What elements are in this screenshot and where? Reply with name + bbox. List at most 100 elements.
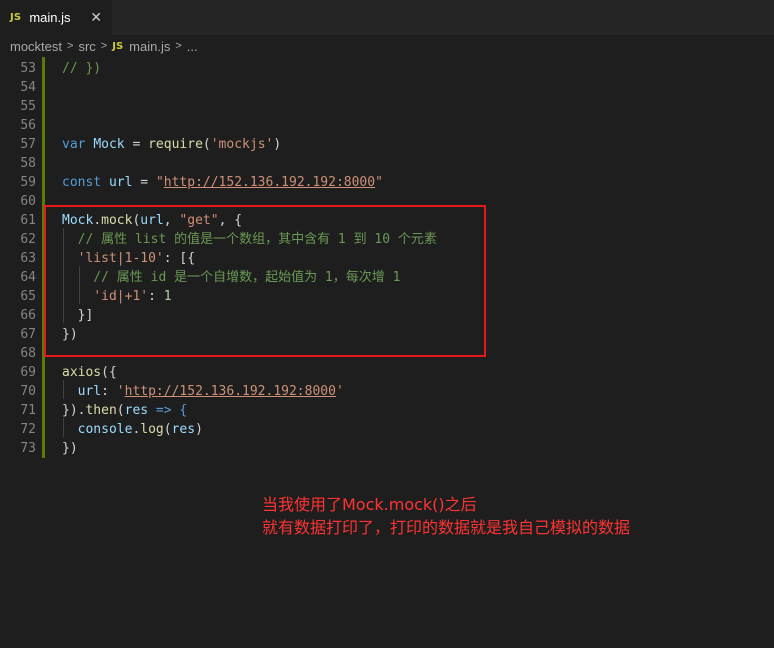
code-editor[interactable]: 当我使用了Mock.mock()之后 就有数据打印了，打印的数据就是我自己模拟的… (0, 57, 774, 648)
chevron-right-icon: > (67, 40, 74, 52)
line-number: 60 (20, 194, 36, 209)
code-token: res (124, 403, 149, 418)
code-token: ( (116, 403, 125, 418)
line-number: 56 (20, 118, 36, 133)
code-line[interactable]: 66 }] (0, 306, 774, 325)
line-number: 53 (20, 61, 36, 76)
code-token: then (85, 403, 117, 418)
close-icon[interactable]: ✕ (90, 9, 102, 25)
tab-bar: JS main.js ✕ (0, 0, 774, 35)
code-text: var Mock = require('mockjs') (62, 135, 281, 154)
javascript-file-icon: JS (10, 12, 22, 23)
code-token: ( (202, 137, 211, 152)
line-number: 54 (20, 80, 36, 95)
code-token: log (140, 422, 164, 437)
line-number: 61 (20, 213, 36, 228)
code-text: }] (62, 306, 94, 325)
code-token: url (140, 213, 164, 228)
code-text: // 属性 id 是一个自增数，起始值为 1，每次增 1 (62, 268, 400, 287)
code-line[interactable]: 58 (0, 154, 774, 173)
code-line[interactable]: 65 'id|+1': 1 (0, 287, 774, 306)
code-line[interactable]: 56 (0, 116, 774, 135)
code-line[interactable]: 61 Mock.mock(url, "get", { (0, 211, 774, 230)
code-text: // }) (62, 59, 101, 78)
code-text: const url = "http://152.136.192.192:8000… (62, 173, 383, 192)
code-token: : (101, 384, 117, 399)
line-number: 69 (20, 365, 36, 380)
code-line[interactable]: 70 url: 'http://152.136.192.192:8000' (0, 382, 774, 401)
code-line[interactable]: 60 (0, 192, 774, 211)
code-token: 'mockjs' (210, 137, 274, 152)
line-number: 68 (20, 346, 36, 361)
chevron-right-icon: > (100, 40, 108, 52)
code-token: = (132, 175, 156, 190)
line-number: 57 (20, 137, 36, 152)
code-line[interactable]: 54 (0, 78, 774, 97)
line-number: 72 (20, 422, 36, 437)
code-token: http://152.136.192.192:8000 (163, 175, 376, 190)
annotation-text: 当我使用了Mock.mock()之后 就有数据打印了，打印的数据就是我自己模拟的… (262, 493, 630, 539)
code-token: }) (62, 441, 78, 456)
code-token: Mock (62, 213, 94, 228)
code-line[interactable]: 72 console.log(res) (0, 420, 774, 439)
code-token: ( (163, 422, 172, 437)
code-token: Mock (93, 137, 125, 152)
code-line[interactable]: 69 axios({ (0, 363, 774, 382)
code-token: console (77, 422, 133, 437)
code-token: axios (62, 365, 102, 380)
code-token: // 属性 list 的值是一个数组，其中含有 1 到 10 个元素 (62, 232, 437, 247)
code-text: 'list|1-10': [{ (62, 249, 195, 268)
code-line[interactable]: 55 (0, 97, 774, 116)
annotation-line-2: 就有数据打印了，打印的数据就是我自己模拟的数据 (262, 518, 631, 537)
line-number: 67 (20, 327, 36, 342)
code-line[interactable]: 63 'list|1-10': [{ (0, 249, 774, 268)
code-line[interactable]: 73}) (0, 439, 774, 458)
code-token: http://152.136.192.192:8000 (124, 384, 336, 399)
code-token: const (62, 175, 109, 190)
breadcrumb-folder-mocktest[interactable]: mocktest (10, 39, 62, 54)
code-token: require (148, 137, 203, 152)
code-token: "get" (179, 213, 219, 228)
code-line[interactable]: 62 // 属性 list 的值是一个数组，其中含有 1 到 10 个元素 (0, 230, 774, 249)
line-number: 58 (20, 156, 36, 171)
code-token: 'id|+1' (93, 289, 149, 304)
code-text: }) (62, 439, 78, 458)
code-text: axios({ (62, 363, 117, 382)
code-token: , { (218, 213, 243, 228)
code-token: : (148, 289, 164, 304)
code-token: }). (62, 403, 86, 418)
breadcrumb-folder-src[interactable]: src (78, 39, 95, 54)
code-token: mock (101, 213, 133, 228)
code-token: ' (116, 384, 125, 399)
code-token: ) (273, 137, 282, 152)
code-token: var (62, 137, 94, 152)
javascript-file-icon: JS (112, 40, 124, 52)
line-number: 64 (20, 270, 36, 285)
code-line[interactable]: 71}).then(res => { (0, 401, 774, 420)
line-number: 62 (20, 232, 36, 247)
line-number: 73 (20, 441, 36, 456)
line-number: 55 (20, 99, 36, 114)
code-token: 'list|1-10' (77, 251, 164, 266)
code-token: , (163, 213, 180, 228)
code-text: console.log(res) (62, 420, 203, 439)
code-line[interactable]: 67}) (0, 325, 774, 344)
line-number: 63 (20, 251, 36, 266)
code-line[interactable]: 57 var Mock = require('mockjs') (0, 135, 774, 154)
code-token: => { (148, 403, 188, 418)
line-number: 70 (20, 384, 36, 399)
code-line[interactable]: 64 // 属性 id 是一个自增数，起始值为 1，每次增 1 (0, 268, 774, 287)
line-number: 59 (20, 175, 36, 190)
code-token: res (171, 422, 196, 437)
breadcrumb-file-main-js[interactable]: main.js (129, 39, 170, 54)
code-line[interactable]: 59 const url = "http://152.136.192.192:80… (0, 173, 774, 192)
code-token: . (93, 213, 102, 228)
code-token: " (375, 175, 383, 190)
code-token: : [{ (163, 251, 196, 266)
code-line[interactable]: 68 (0, 344, 774, 363)
tab-main-js[interactable]: JS main.js ✕ (0, 0, 112, 35)
code-line[interactable]: 53 // }) (0, 59, 774, 78)
breadcrumb-symbol[interactable]: ... (187, 39, 198, 54)
chevron-right-icon: > (175, 40, 182, 52)
